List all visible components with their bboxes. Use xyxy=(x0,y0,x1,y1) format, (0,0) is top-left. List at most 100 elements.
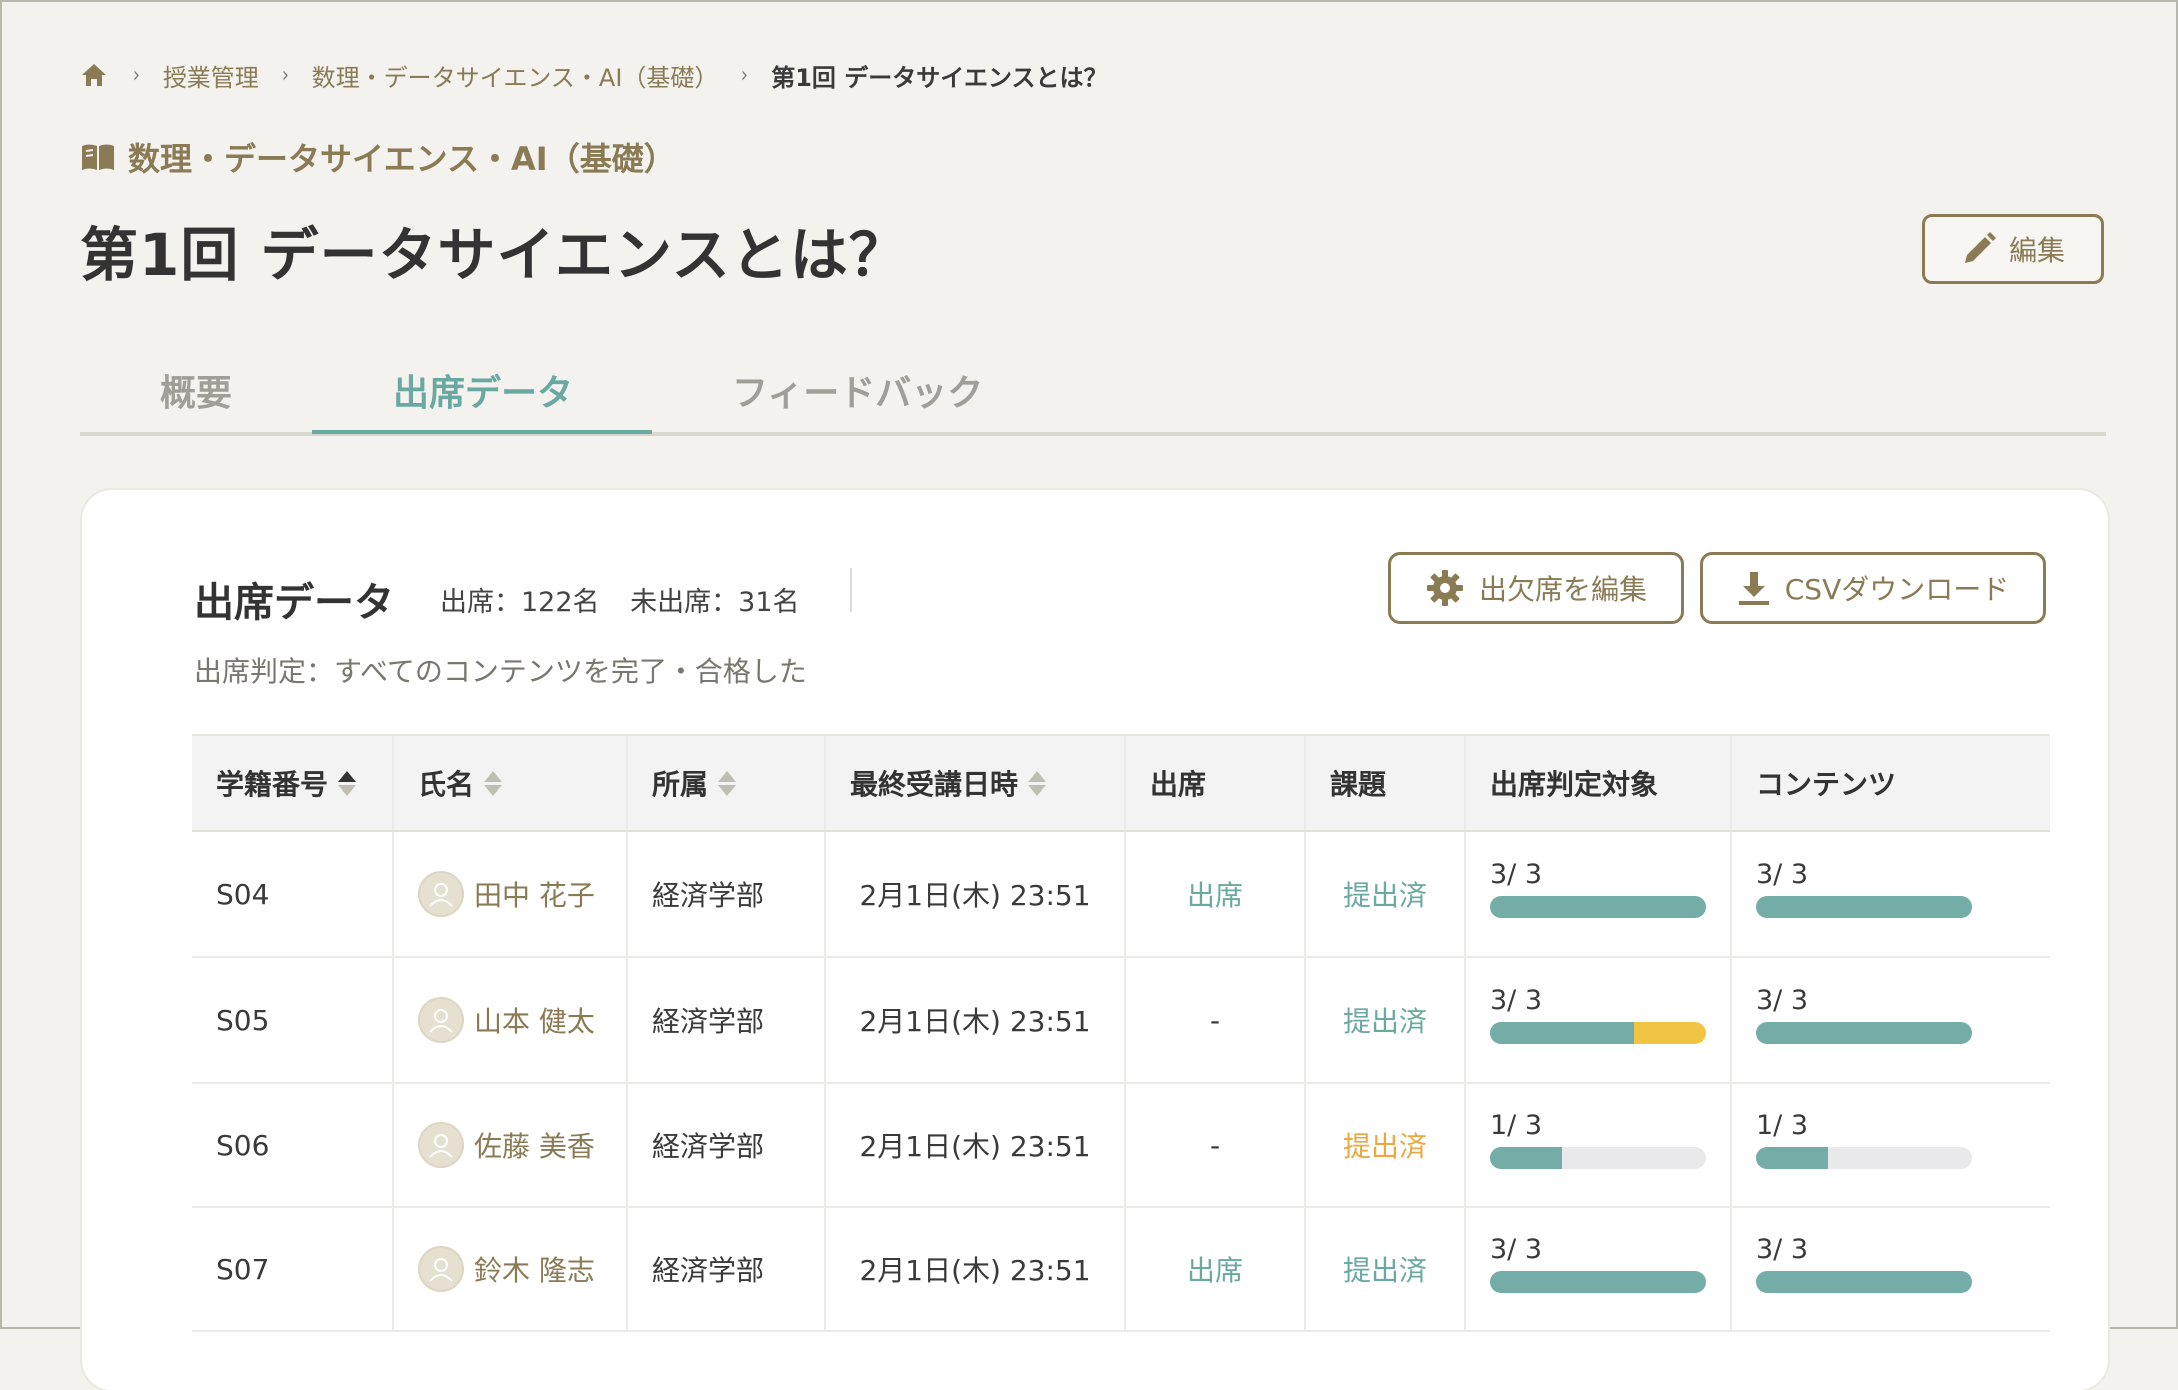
chevron-right-icon: › xyxy=(281,62,289,88)
header-label: 学籍番号 xyxy=(216,768,329,801)
assignment-status[interactable]: 提出済 xyxy=(1306,1084,1466,1206)
header-student-id[interactable]: 学籍番号 xyxy=(192,736,394,830)
header-name[interactable]: 氏名 xyxy=(394,736,628,830)
course-title-text: 数理・データサイエンス・AI（基礎） xyxy=(128,140,676,178)
header-assignment: 課題 xyxy=(1306,736,1466,830)
sort-icon[interactable] xyxy=(338,770,357,796)
attendance-target-progress: 3/ 3 xyxy=(1466,832,1732,956)
contents-progress: 3/ 3 xyxy=(1732,1208,2050,1330)
table-row[interactable]: S07 鈴木 隆志 経済学部 2月1日(木) 23:51 出席 提出済 3/ 3 3/ 3 xyxy=(192,1208,2050,1332)
user-icon xyxy=(429,1009,453,1033)
student-id-text: S07 xyxy=(216,1252,270,1286)
header-label: 氏名 xyxy=(418,768,475,801)
avatar xyxy=(418,871,464,917)
student-id: S07 xyxy=(192,1208,394,1330)
header-affiliation[interactable]: 所属 xyxy=(628,736,826,830)
attendance-status: - xyxy=(1126,1084,1306,1206)
avatar xyxy=(418,1246,464,1292)
student-id-text: S05 xyxy=(216,1003,270,1037)
header-contents: コンテンツ xyxy=(1756,768,1897,801)
present-count: 出席：122名 xyxy=(440,587,600,618)
assignment-status[interactable]: 提出済 xyxy=(1306,832,1466,956)
student-name-link[interactable]: 佐藤 美香 xyxy=(474,1125,595,1165)
breadcrumb: › 授業管理 › 数理・データサイエンス・AI（基礎） › 第1回 データサイエ… xyxy=(80,58,1108,92)
progress-bar xyxy=(1490,895,1706,918)
breadcrumb-item-course[interactable]: 数理・データサイエンス・AI（基礎） xyxy=(312,58,719,93)
csv-download-button[interactable]: CSVダウンロード xyxy=(1700,552,2046,624)
breadcrumb-item-class-management[interactable]: 授業管理 xyxy=(163,58,259,93)
contents-progress: 1/ 3 xyxy=(1732,1084,2050,1206)
contents-progress: 3/ 3 xyxy=(1732,832,2050,956)
tab-overview[interactable]: 概要 xyxy=(160,364,232,432)
table-row[interactable]: S04 田中 花子 経済学部 2月1日(木) 23:51 出席 提出済 3/ 3 3/ 3 xyxy=(192,832,2050,958)
user-icon xyxy=(429,883,453,907)
affiliation: 経済学部 xyxy=(628,1208,826,1330)
header-label: 所属 xyxy=(652,768,709,801)
progress-bar xyxy=(1490,1270,1706,1293)
chevron-right-icon: › xyxy=(741,62,749,88)
edit-attendance-button[interactable]: 出欠席を編集 xyxy=(1388,552,1684,624)
progress-text: 3/ 3 xyxy=(1490,858,1543,890)
breadcrumb-current: 第1回 データサイエンスとは？ xyxy=(771,63,1108,92)
last-attended: 2月1日(木) 23:51 xyxy=(826,958,1126,1082)
progress-text: 1/ 3 xyxy=(1490,1109,1543,1141)
avatar xyxy=(418,997,464,1043)
student-name[interactable]: 田中 花子 xyxy=(394,832,628,956)
attendance-status: - xyxy=(1126,958,1306,1082)
student-name[interactable]: 山本 健太 xyxy=(394,958,628,1082)
progress-text: 3/ 3 xyxy=(1756,984,1809,1016)
header-attendance: 出席 xyxy=(1126,736,1306,830)
sort-icon[interactable] xyxy=(718,770,737,796)
progress-bar xyxy=(1756,895,1972,918)
progress-bar xyxy=(1490,1146,1706,1169)
progress-text: 3/ 3 xyxy=(1490,984,1543,1016)
progress-text: 1/ 3 xyxy=(1756,1109,1809,1141)
book-icon xyxy=(82,144,114,170)
attendance-card: 出席データ 出席：122名 未出席：31名 出席判定：すべてのコンテンツを完了・… xyxy=(82,490,2108,1390)
csv-download-label: CSVダウンロード xyxy=(1784,573,2010,606)
progress-bar xyxy=(1756,1146,1972,1169)
affiliation: 経済学部 xyxy=(628,1084,826,1206)
student-name-link[interactable]: 山本 健太 xyxy=(474,1000,595,1040)
contents-progress: 3/ 3 xyxy=(1732,958,2050,1082)
attendance-criteria: 出席判定：すべてのコンテンツを完了・合格した xyxy=(194,655,807,688)
student-id-text: S04 xyxy=(216,877,270,911)
edit-attendance-label: 出欠席を編集 xyxy=(1478,573,1647,606)
tab-feedback[interactable]: フィードバック xyxy=(732,364,983,432)
assignment-status[interactable]: 提出済 xyxy=(1306,1208,1466,1330)
pencil-icon xyxy=(1964,232,1996,263)
affiliation: 経済学部 xyxy=(628,832,826,956)
sort-icon[interactable] xyxy=(1028,770,1047,796)
progress-text: 3/ 3 xyxy=(1756,858,1809,890)
attendance-status: 出席 xyxy=(1126,832,1306,956)
header-label: 最終受講日時 xyxy=(850,768,1019,801)
table-row[interactable]: S05 山本 健太 経済学部 2月1日(木) 23:51- 提出済 3/ 3 3/ 3 xyxy=(192,958,2050,1084)
attendance-target-progress: 1/ 3 xyxy=(1466,1084,1732,1206)
avatar xyxy=(418,1122,464,1168)
progress-bar xyxy=(1490,1021,1706,1044)
page-title: 第1回 データサイエンスとは？ xyxy=(80,221,908,289)
header-last-attended[interactable]: 最終受講日時 xyxy=(826,736,1126,830)
student-name[interactable]: 佐藤 美香 xyxy=(394,1084,628,1206)
active-tab-indicator xyxy=(312,430,652,434)
assignment-status[interactable]: 提出済 xyxy=(1306,958,1466,1082)
progress-bar xyxy=(1756,1270,1972,1293)
progress-bar xyxy=(1756,1021,1972,1044)
tab-attendance[interactable]: 出席データ xyxy=(393,364,573,432)
gear-icon xyxy=(1426,570,1463,606)
student-id: S06 xyxy=(192,1084,394,1206)
edit-button[interactable]: 編集 xyxy=(1922,214,2104,284)
affiliation: 経済学部 xyxy=(628,958,826,1082)
attendance-title: 出席データ xyxy=(194,580,394,626)
attendance-target-progress: 3/ 3 xyxy=(1466,1208,1732,1330)
table-body: S04 田中 花子 経済学部 2月1日(木) 23:51 出席 提出済 3/ 3 3/ 3 S0… xyxy=(192,832,2050,1332)
progress-text: 3/ 3 xyxy=(1756,1233,1809,1265)
last-attended: 2月1日(木) 23:51 xyxy=(826,1208,1126,1330)
student-name-link[interactable]: 田中 花子 xyxy=(474,874,595,914)
last-attended: 2月1日(木) 23:51 xyxy=(826,832,1126,956)
home-icon[interactable] xyxy=(80,60,110,90)
sort-icon[interactable] xyxy=(484,770,503,796)
student-name-link[interactable]: 鈴木 隆志 xyxy=(474,1249,595,1289)
student-name[interactable]: 鈴木 隆志 xyxy=(394,1208,628,1330)
table-row[interactable]: S06 佐藤 美香 経済学部 2月1日(木) 23:51- 提出済 1/ 3 1/ 3 xyxy=(192,1084,2050,1208)
